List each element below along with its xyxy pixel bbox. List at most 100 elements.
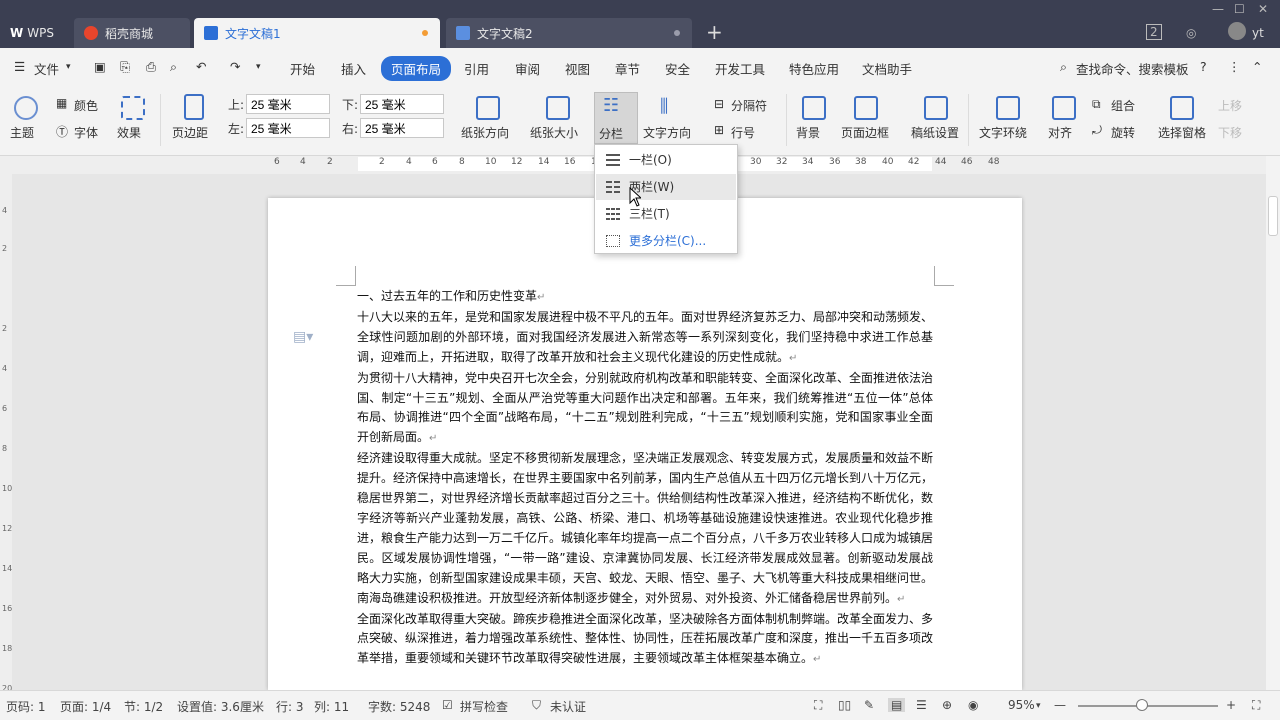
zoom-dropdown-icon[interactable]: ▾ — [1036, 701, 1041, 711]
vertical-scrollbar[interactable] — [1266, 156, 1280, 690]
more-icon[interactable]: ⋮ — [1228, 59, 1241, 74]
ruler-tick-label: 36 — [829, 157, 841, 167]
menu-doc-assistant[interactable]: 文档助手 — [862, 59, 912, 78]
eye-protection-icon[interactable]: ◉ — [968, 698, 978, 712]
menu-start[interactable]: 开始 — [290, 59, 315, 78]
page-code-status[interactable]: 页码: 1 — [6, 698, 46, 715]
columns-button[interactable]: ☷ 分栏 — [594, 92, 638, 144]
orientation-icon[interactable] — [476, 96, 500, 120]
command-search[interactable]: 查找命令、搜索模板 — [1076, 59, 1189, 78]
help-icon[interactable]: ? — [1200, 59, 1207, 74]
minimize-icon[interactable]: — — [1212, 0, 1224, 18]
maximize-icon[interactable]: ☐ — [1234, 0, 1245, 18]
top-margin-input[interactable] — [246, 94, 330, 114]
print-icon[interactable]: ⎙ — [146, 59, 156, 75]
theme-icon[interactable] — [14, 96, 38, 120]
document-body[interactable]: 一、过去五年的工作和历史性变革↵ 十八大以来的五年，是党和国家发展进程中极不平凡… — [357, 287, 933, 687]
menu-reference[interactable]: 引用 — [464, 59, 489, 78]
document2-tab[interactable]: 文字文稿2 — [446, 18, 692, 48]
left-margin-input[interactable] — [246, 118, 330, 138]
redo-icon[interactable]: ↷ — [230, 59, 240, 74]
close-icon[interactable]: ✕ — [1258, 0, 1268, 18]
avatar[interactable] — [1228, 22, 1246, 40]
quick-access-more-icon[interactable]: ▾ — [256, 62, 261, 72]
daoke-mall-tab[interactable]: 稻壳商城 — [74, 18, 190, 48]
undo-icon[interactable]: ↶ — [196, 59, 206, 74]
user-name: yt — [1252, 26, 1264, 40]
color-scheme-icon[interactable]: ▦ — [56, 96, 67, 110]
paper-size-icon[interactable] — [546, 96, 570, 120]
print-preview-icon[interactable]: ⌕ — [170, 59, 177, 75]
menu-review[interactable]: 审阅 — [515, 59, 540, 78]
orientation-button[interactable]: 纸张方向 — [461, 124, 509, 141]
writing-mode-icon[interactable]: ✎ — [864, 698, 874, 712]
zoom-in-icon[interactable]: + — [1226, 698, 1236, 712]
left-margin-label: 左: — [228, 122, 245, 136]
menu-insert[interactable]: 插入 — [341, 59, 366, 78]
bottom-margin-input[interactable] — [360, 94, 444, 114]
save-icon[interactable]: ▣ — [94, 59, 106, 74]
margin-icon[interactable] — [184, 94, 204, 120]
search-icon[interactable]: ⌕ — [1060, 59, 1067, 75]
web-view-icon[interactable]: ⊕ — [942, 698, 952, 712]
outline-view-icon[interactable]: ☰ — [916, 698, 927, 712]
right-margin-input[interactable] — [360, 118, 444, 138]
ruler-tick-label: 44 — [935, 157, 947, 167]
effect-icon[interactable] — [121, 96, 145, 120]
document2-tab-label: 文字文稿2 — [477, 26, 533, 41]
wps-logo-icon: W — [10, 26, 24, 40]
section-status[interactable]: 节: 1/2 — [124, 698, 163, 715]
menu-chapter[interactable]: 章节 — [615, 59, 640, 78]
color-button[interactable]: 颜色 — [74, 97, 98, 114]
new-tab-plus-icon[interactable]: + — [706, 20, 723, 44]
full-screen-icon[interactable]: ⛶ — [814, 698, 822, 713]
page-status[interactable]: 页面: 1/4 — [60, 698, 111, 715]
menu-dev-tools[interactable]: 开发工具 — [715, 59, 765, 78]
page-view-icon[interactable]: ▤ — [888, 698, 906, 712]
margin-button[interactable]: 页边距 — [172, 124, 208, 141]
menu-page-layout[interactable]: 页面布局 — [381, 56, 452, 81]
scrollbar-thumb[interactable] — [1268, 196, 1278, 236]
skin-icon[interactable]: ◎ — [1186, 24, 1196, 42]
column-status[interactable]: 列: 11 — [314, 698, 349, 715]
one-column-option[interactable]: 一栏(O) — [596, 147, 736, 173]
title-bar: W WPS 稻壳商城 文字文稿1 文字文稿2 + 2 ◎ yt — ☐ ✕ — [0, 0, 1280, 48]
status-bar: 页码: 1 页面: 1/4 节: 1/2 设置值: 3.6厘米 行: 3 列: … — [0, 690, 1280, 720]
word-count-status[interactable]: 字数: 5248 — [368, 698, 430, 715]
zoom-slider-handle[interactable] — [1136, 699, 1148, 711]
wps-home-tab[interactable]: W WPS — [0, 18, 70, 48]
three-columns-option[interactable]: 三栏(T) — [596, 201, 736, 227]
spell-check-icon[interactable]: ☑ — [442, 698, 453, 712]
reading-mode-icon[interactable]: ▯▯ — [838, 698, 851, 712]
window-count-badge[interactable]: 2 — [1146, 24, 1162, 40]
zoom-level[interactable]: 95% — [1008, 698, 1035, 712]
font-button[interactable]: 字体 — [74, 124, 98, 141]
zoom-slider[interactable] — [1078, 705, 1218, 707]
ruler-tick-label: 2 — [2, 324, 8, 333]
hamburger-icon[interactable]: ☰ — [14, 59, 25, 74]
menu-view[interactable]: 视图 — [565, 59, 590, 78]
more-columns-option[interactable]: 更多分栏(C)... — [596, 228, 736, 254]
paper-size-button[interactable]: 纸张大小 — [530, 124, 578, 141]
file-menu[interactable]: 文件 — [34, 59, 59, 78]
fit-page-icon[interactable]: ⛶ — [1252, 698, 1260, 713]
effect-button[interactable]: 效果 — [117, 124, 141, 141]
collapse-ribbon-icon[interactable]: ⌃ — [1252, 59, 1262, 74]
certification-status[interactable]: 未认证 — [550, 698, 586, 715]
paragraph: 经济建设取得重大成就。坚定不移贯彻新发展理念，坚决端正发展观念、转变发展方式，发… — [357, 451, 933, 605]
font-theme-icon[interactable]: Ⓣ — [56, 123, 68, 140]
setting-value-status[interactable]: 设置值: 3.6厘米 — [177, 698, 264, 715]
paragraph-layout-icon[interactable]: ▤▾ — [293, 329, 313, 345]
spell-check-button[interactable]: 拼写检查 — [460, 698, 508, 715]
theme-button[interactable]: 主题 — [10, 124, 34, 141]
document1-tab[interactable]: 文字文稿1 — [194, 18, 440, 48]
two-columns-option[interactable]: 两栏(W) — [596, 174, 736, 200]
menu-special-apps[interactable]: 特色应用 — [789, 59, 839, 78]
zoom-out-icon[interactable]: — — [1054, 698, 1066, 712]
output-icon[interactable]: ⎘ — [120, 59, 130, 75]
wps-tab-label: WPS — [27, 26, 54, 40]
menu-security[interactable]: 安全 — [665, 59, 690, 78]
row-status[interactable]: 行: 3 — [276, 698, 304, 715]
chevron-down-icon[interactable]: ▾ — [66, 62, 71, 72]
vertical-ruler[interactable]: 4 2 2 4 6 8 10 12 14 16 18 20 — [0, 174, 12, 693]
